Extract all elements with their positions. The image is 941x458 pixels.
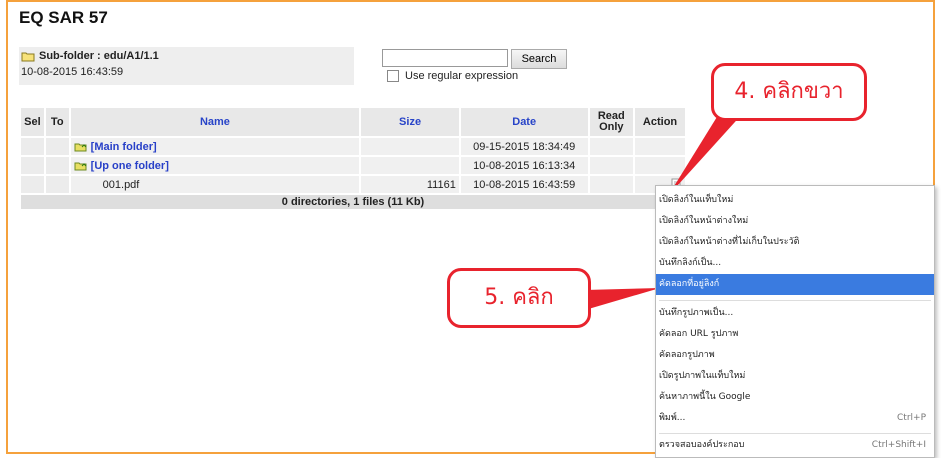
pointer-right-click [668, 112, 744, 196]
menu-item-copy-image-url[interactable]: คัดลอก URL รูปภาพ [656, 324, 934, 345]
menu-item-copy-image[interactable]: คัดลอกรูปภาพ [656, 345, 934, 366]
menu-item-open-image-new-tab[interactable]: เปิดรูปภาพในแท็บใหม่ [656, 366, 934, 387]
menu-item-copy-link-address[interactable]: คัดลอกที่อยู่ลิงก์ [656, 274, 934, 295]
menu-item-search-image-google[interactable]: ค้นหาภาพนี้ใน Google [656, 387, 934, 408]
context-menu: เปิดลิงก์ในแท็บใหม่ เปิดลิงก์ในหน้าต่างใ… [655, 185, 935, 458]
menu-item-print[interactable]: พิมพ์... Ctrl+P [656, 408, 934, 429]
menu-item-open-new-tab[interactable]: เปิดลิงก์ในแท็บใหม่ [656, 190, 934, 211]
menu-item-open-incognito[interactable]: เปิดลิงก์ในหน้าต่างที่ไม่เก็บในประวัติ [656, 232, 934, 253]
menu-item-save-link[interactable]: บันทึกลิงก์เป็น... [656, 253, 934, 274]
menu-separator [659, 433, 931, 434]
callout-right-click: 4. คลิกขวา [711, 63, 867, 121]
menu-item-inspect-element[interactable]: ตรวจสอบองค์ประกอบ Ctrl+Shift+I [656, 435, 934, 456]
menu-separator [659, 300, 931, 301]
menu-item-save-image[interactable]: บันทึกรูปภาพเป็น... [656, 303, 934, 324]
menu-item-open-new-window[interactable]: เปิดลิงก์ในหน้าต่างใหม่ [656, 211, 934, 232]
callout-click: 5. คลิก [447, 268, 591, 328]
pointer-click [585, 288, 660, 310]
